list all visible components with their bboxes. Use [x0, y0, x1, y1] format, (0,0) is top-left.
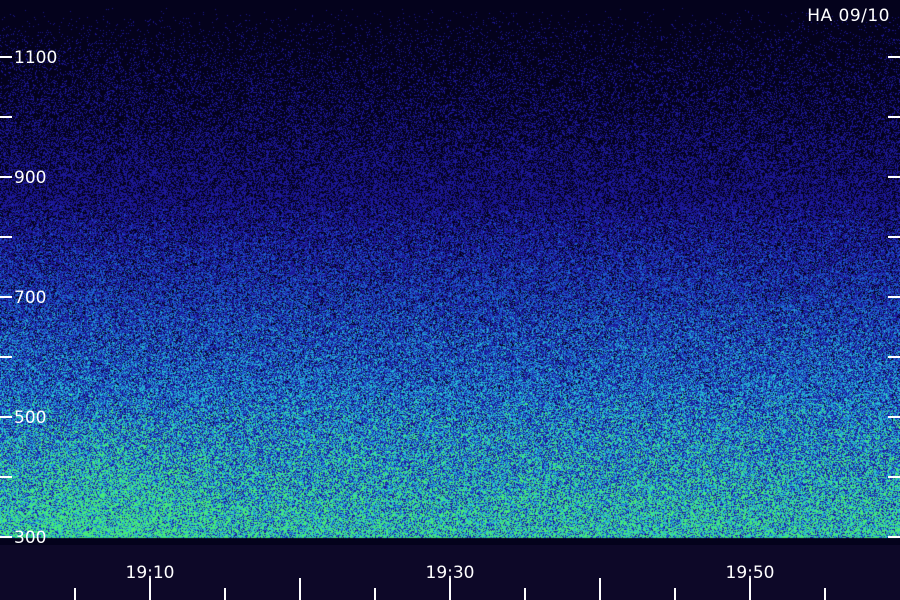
axis-overlay: 300 500 700 900 1100 19:10 19:30 19:50: [0, 48, 900, 600]
x-tick-label-1910: 19:10: [126, 563, 175, 583]
y-tick-label-1100: 1100: [14, 48, 57, 68]
y-tick-label-300: 300: [14, 528, 46, 548]
station-date-label: HA 09/10: [807, 6, 890, 26]
spectrogram-view: 300 500 700 900 1100 19:10 19:30 19:50 HA 09/10: [0, 0, 900, 600]
y-tick-label-900: 900: [14, 168, 46, 188]
y-tick-label-700: 700: [14, 288, 46, 308]
x-tick-label-1930: 19:30: [426, 563, 475, 583]
y-tick-label-500: 500: [14, 408, 46, 428]
x-tick-label-1950: 19:50: [726, 563, 775, 583]
